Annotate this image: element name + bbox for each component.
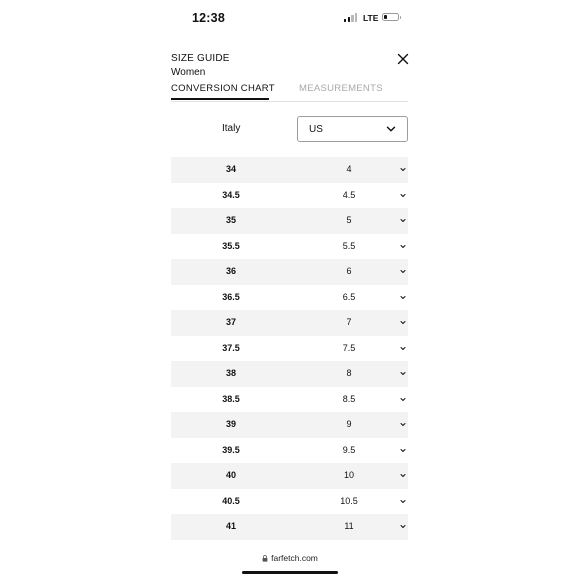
italy-size: 37.5 — [222, 342, 240, 353]
us-size: 5 — [346, 215, 352, 225]
us-size: 11 — [344, 521, 354, 531]
table-row: 40 10 — [171, 463, 408, 489]
signal-icon — [344, 13, 358, 22]
chevron-down-icon[interactable] — [400, 448, 406, 453]
browser-url-bar[interactable]: farfetch.com — [156, 553, 424, 567]
tab-conversion-chart[interactable]: CONVERSION CHART — [171, 83, 275, 97]
us-size: 8 — [346, 368, 352, 378]
italy-size: 34 — [225, 164, 236, 174]
status-time: 12:38 — [192, 11, 225, 25]
us-size: 4 — [346, 164, 352, 174]
table-row: 38 8 — [171, 361, 408, 387]
chevron-down-icon[interactable] — [400, 295, 406, 300]
home-indicator[interactable] — [242, 571, 338, 574]
us-size: 8.5 — [342, 393, 356, 404]
chevron-down-icon — [386, 126, 396, 132]
status-bar: 12:38 LTE — [156, 0, 424, 36]
chevron-down-icon[interactable] — [400, 422, 406, 427]
table-row: 34 4 — [171, 157, 408, 183]
chevron-down-icon[interactable] — [400, 193, 406, 198]
tab-bar: CONVERSION CHART MEASUREMENTS — [171, 83, 408, 102]
italy-size: 39.5 — [222, 444, 240, 455]
us-size: 9.5 — [342, 444, 356, 455]
chevron-down-icon[interactable] — [400, 346, 406, 351]
tab-measurements[interactable]: MEASUREMENTS — [299, 83, 383, 97]
us-size: 10 — [343, 470, 354, 480]
us-size: 10.5 — [340, 495, 358, 506]
us-size: 6.5 — [342, 291, 356, 302]
italy-size: 36 — [225, 266, 236, 276]
lock-icon — [262, 554, 268, 562]
italy-size: 39 — [225, 419, 236, 429]
us-size: 7 — [346, 317, 352, 327]
italy-size: 38.5 — [222, 393, 240, 404]
italy-size: 38 — [225, 368, 236, 378]
chevron-down-icon[interactable] — [400, 524, 406, 529]
table-row: 36 6 — [171, 259, 408, 285]
table-row: 35.5 5.5 — [171, 234, 408, 260]
table-row: 38.5 8.5 — [171, 387, 408, 413]
target-region-value: US — [309, 124, 323, 135]
italy-size: 35 — [225, 215, 236, 225]
table-row: 34.5 4.5 — [171, 183, 408, 209]
table-row: 35 5 — [171, 208, 408, 234]
table-row: 36.5 6.5 — [171, 285, 408, 311]
table-row: 37 7 — [171, 310, 408, 336]
chevron-down-icon[interactable] — [400, 218, 406, 223]
italy-size: 37 — [225, 317, 236, 327]
chevron-down-icon[interactable] — [400, 320, 406, 325]
italy-size: 35.5 — [222, 240, 240, 251]
target-region-select[interactable]: US — [297, 116, 408, 142]
close-icon — [397, 53, 409, 65]
active-tab-indicator — [171, 98, 269, 100]
chevron-down-icon[interactable] — [400, 244, 406, 249]
table-row: 39 9 — [171, 412, 408, 438]
chevron-down-icon[interactable] — [400, 473, 406, 478]
italy-size: 40.5 — [222, 495, 240, 506]
chevron-down-icon[interactable] — [400, 397, 406, 402]
table-row: 37.5 7.5 — [171, 336, 408, 362]
table-row: 40.5 10.5 — [171, 489, 408, 515]
us-size: 6 — [346, 266, 352, 276]
network-label: LTE — [363, 13, 379, 23]
table-row: 41 11 — [171, 514, 408, 540]
page-title: SIZE GUIDE — [171, 53, 230, 64]
chevron-down-icon[interactable] — [400, 269, 406, 274]
us-size: 9 — [346, 419, 352, 429]
chevron-down-icon[interactable] — [400, 499, 406, 504]
size-conversion-table: 34 4 34.5 4.5 35 5 35.5 5.5 36 6 36.5 6.5 37 7 37.5 7.5… — [171, 157, 408, 540]
us-size: 5.5 — [342, 240, 356, 251]
battery-icon — [382, 13, 401, 21]
us-size: 7.5 — [342, 342, 356, 353]
italy-size: 34.5 — [222, 189, 240, 200]
browser-url: farfetch.com — [271, 553, 318, 563]
italy-size: 40 — [225, 470, 236, 480]
italy-size: 36.5 — [222, 291, 240, 302]
table-row: 39.5 9.5 — [171, 438, 408, 464]
page-subtitle: Women — [171, 67, 206, 78]
phone-screen: 12:38 LTE SIZE GUIDE Women CONVERSION CH… — [156, 0, 424, 580]
source-region-label: Italy — [222, 123, 241, 134]
close-button[interactable] — [396, 52, 410, 66]
chevron-down-icon[interactable] — [400, 167, 406, 172]
italy-size: 41 — [225, 521, 236, 531]
us-size: 4.5 — [342, 189, 356, 200]
chevron-down-icon[interactable] — [400, 371, 406, 376]
